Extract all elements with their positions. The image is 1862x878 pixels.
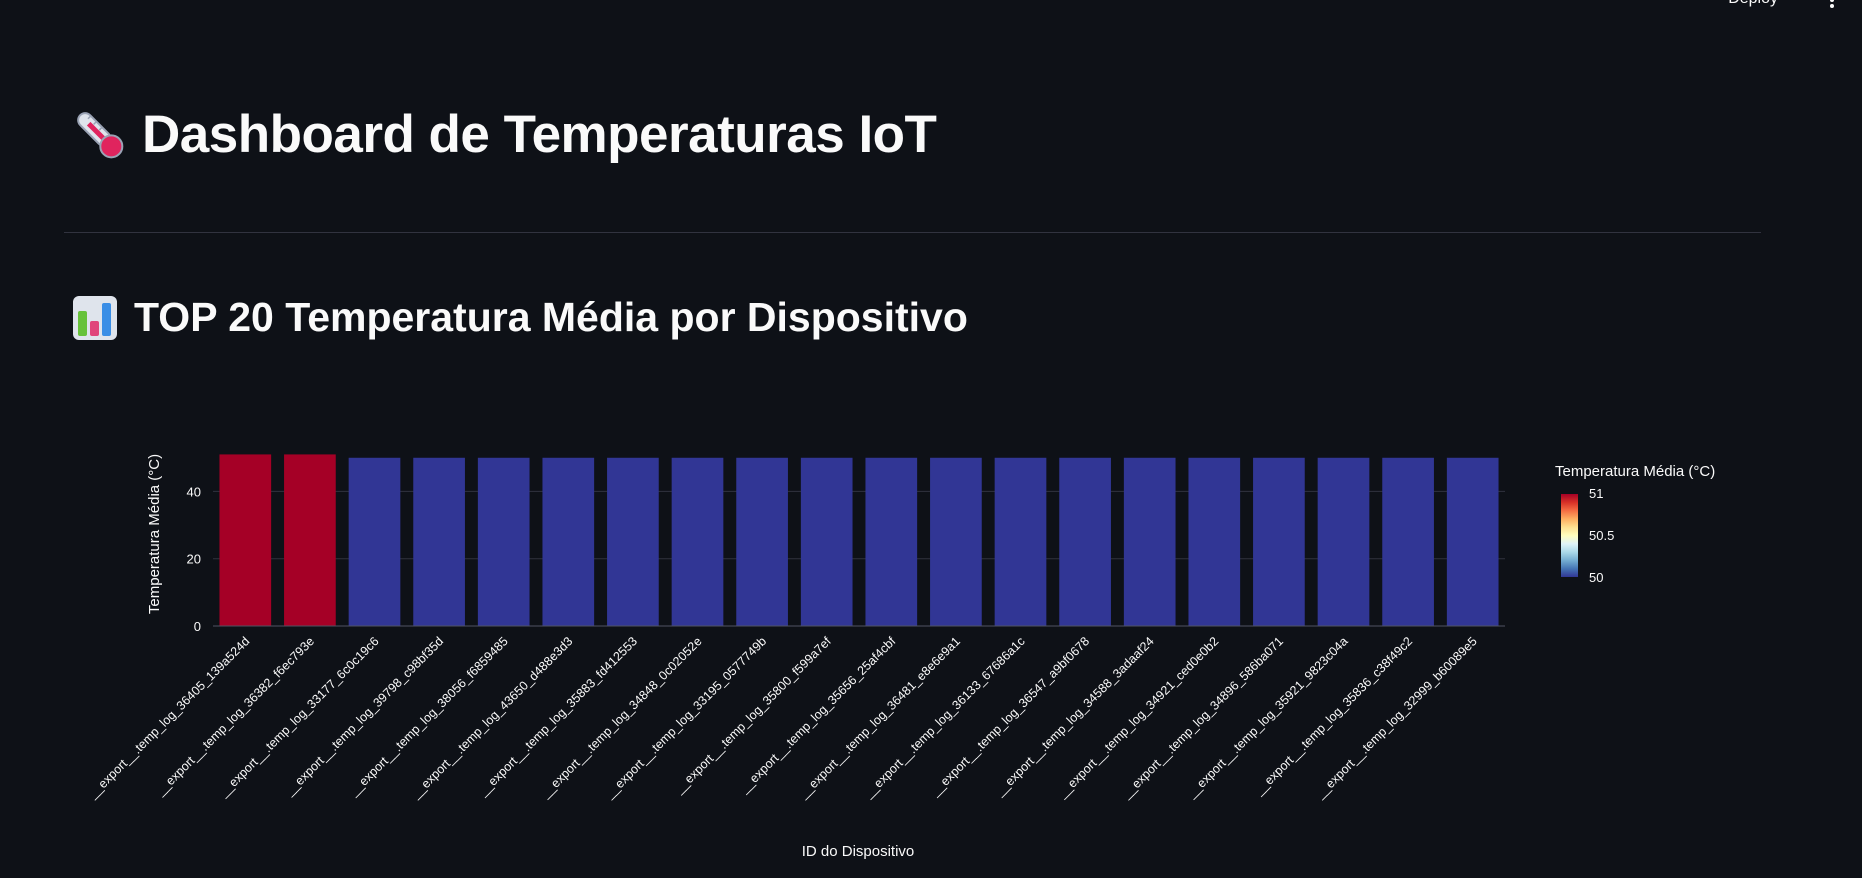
bar[interactable] [1382, 457, 1434, 626]
bar[interactable] [1317, 457, 1370, 626]
colorbar-tick-low: 50 [1589, 570, 1603, 585]
y-tick-label: 0 [194, 619, 201, 634]
y-tick-label: 40 [187, 484, 201, 499]
bar[interactable] [413, 457, 465, 626]
bar[interactable] [1188, 457, 1241, 626]
bar[interactable] [1446, 457, 1499, 626]
bar[interactable] [736, 457, 788, 626]
bar[interactable] [607, 457, 659, 626]
bar[interactable] [348, 457, 401, 626]
bar[interactable] [930, 457, 982, 626]
bar[interactable] [800, 457, 853, 626]
colorbar-tick-mid: 50.5 [1589, 528, 1614, 543]
bar[interactable] [542, 457, 595, 626]
bar[interactable] [219, 454, 272, 626]
colorbar-gradient [1561, 494, 1578, 577]
colorbar: Temperatura Média (°C) 51 50.5 50 [1555, 463, 1715, 585]
colorbar-title: Temperatura Média (°C) [1555, 463, 1715, 480]
y-axis-title: Temperatura Média (°C) [146, 454, 163, 614]
bar[interactable] [1123, 457, 1176, 626]
bar[interactable] [994, 457, 1047, 626]
colorbar-tick-high: 51 [1589, 486, 1603, 501]
temperature-bar-chart: 02040__export__.temp_log_36405_139a524d_… [85, 454, 1715, 860]
y-tick-label: 20 [187, 552, 201, 567]
bar[interactable] [477, 457, 530, 626]
bar[interactable] [1059, 457, 1111, 626]
x-axis-title: ID do Dispositivo [802, 843, 915, 860]
bar[interactable] [671, 457, 724, 626]
bar[interactable] [284, 454, 336, 626]
bar[interactable] [865, 457, 918, 626]
bar[interactable] [1253, 457, 1305, 626]
